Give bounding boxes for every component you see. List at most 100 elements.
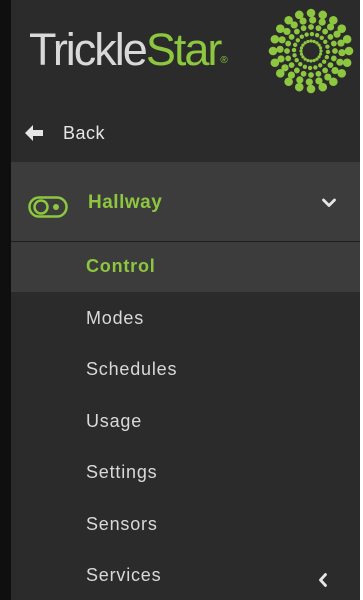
sunburst-dot [329, 15, 338, 25]
sunburst-dot [288, 62, 295, 69]
sunburst-dot [332, 48, 338, 54]
sunburst-dot [299, 34, 304, 39]
chevron-left-icon[interactable] [318, 573, 328, 587]
sunburst-dot [312, 58, 316, 63]
sunburst-dot [296, 76, 304, 84]
brand-name-part2: Star [145, 24, 223, 75]
sunburst-dot [342, 58, 352, 68]
sunburst-dot [268, 46, 278, 56]
menu-item-services[interactable]: Services [11, 551, 360, 600]
sunburst-dot [330, 55, 337, 62]
sunburst-dot [293, 28, 300, 35]
sunburst-dot [318, 46, 323, 50]
sunburst-dot [309, 31, 315, 37]
brand-wordmark: TrickleStar® [29, 27, 228, 72]
sunburst-dot [327, 62, 334, 69]
sunburst-dot [319, 49, 323, 53]
sunburst-dot [308, 24, 314, 30]
sunburst-dot [322, 67, 329, 74]
menu-item-label: Settings [86, 462, 158, 482]
menu-item-sensors[interactable]: Sensors [11, 500, 360, 550]
device-selector[interactable]: Hallway [11, 162, 360, 242]
sunburst-dot [276, 45, 284, 53]
sunburst-dot [303, 41, 307, 45]
sunburst-dot [275, 24, 285, 33]
sunburst-dot [323, 39, 328, 44]
sunburst-dot [300, 70, 307, 77]
brand-name-part1: Trickle [29, 24, 148, 75]
menu-item-label: Schedules [86, 359, 178, 379]
sunburst-dot [306, 84, 316, 94]
sunburst-dot [299, 46, 304, 50]
sunburst-dot [300, 25, 307, 32]
sunburst-dot [318, 82, 328, 92]
sunburst-dot [306, 8, 316, 18]
sunburst-dot [322, 28, 329, 35]
sunburst-dot [295, 38, 301, 43]
sunburst-dot [278, 36, 286, 44]
sunburst-dot [309, 16, 317, 24]
sunburst-dot [308, 72, 314, 78]
sunburst-dot [301, 55, 305, 59]
sunburst-dot [330, 40, 337, 47]
sunburst-dot [291, 47, 297, 53]
menu-item-modes[interactable]: Modes [11, 294, 360, 344]
sunburst-icon [268, 8, 354, 94]
menu-item-usage[interactable]: Usage [11, 397, 360, 447]
sunburst-dot [306, 39, 310, 44]
brand-logo[interactable]: TrickleStar® [11, 0, 360, 100]
sunburst-dot [309, 39, 313, 43]
sunburst-dot [325, 44, 330, 49]
sunburst-dot [317, 43, 321, 47]
menu-item-control[interactable]: Control [11, 242, 360, 292]
sunburst-dot [329, 77, 338, 87]
sunburst-dot [284, 15, 293, 25]
sunburst-dot [292, 53, 297, 58]
sunburst-dot [275, 69, 285, 78]
sunburst-dot [325, 49, 331, 55]
sunburst-dot [321, 59, 327, 64]
back-button[interactable]: Back [11, 104, 360, 162]
sunburst-dot [285, 40, 292, 47]
sunburst-dot [294, 82, 304, 92]
sunburst-dot [337, 69, 347, 78]
sunburst-dot [293, 67, 300, 74]
sunburst-dot [336, 58, 344, 66]
chevron-down-icon[interactable] [322, 198, 336, 208]
menu-item-label: Usage [86, 411, 143, 431]
back-label: Back [63, 123, 106, 143]
sunburst-dot [302, 64, 308, 70]
sunburst-dot [319, 35, 324, 41]
sunburst-dot [299, 49, 303, 53]
sunburst-dot [318, 18, 326, 26]
sunburst-dot [315, 57, 319, 61]
menu-item-label: Control [86, 256, 156, 276]
menu-item-label: Sensors [86, 514, 158, 534]
sunburst-dot [318, 63, 323, 68]
sunburst-dot [315, 70, 322, 77]
sunburst-dot [327, 33, 334, 40]
sunburst-dot [294, 10, 304, 20]
sunburst-dot [337, 24, 347, 33]
app-sidebar: TrickleStar® Back Hallway Control Modes … [0, 0, 363, 600]
menu-item-label: Modes [86, 308, 145, 328]
sunburst-dot [292, 42, 298, 48]
sunburst-dot [288, 33, 295, 40]
sunburst-dot [315, 25, 322, 32]
sunburst-dot [312, 39, 316, 44]
sunburst-dot [284, 48, 290, 54]
sunburst-dot [338, 49, 346, 57]
sunburst-dot [344, 46, 354, 56]
sunburst-dot [305, 78, 313, 86]
sunburst-dot [284, 77, 293, 87]
sunburst-dot [318, 52, 323, 56]
menu-item-settings[interactable]: Settings [11, 448, 360, 498]
sunburst-dot [342, 34, 352, 44]
sunburst-dot [298, 61, 303, 67]
toggle-switch-icon [28, 196, 68, 218]
arrow-left-icon [25, 125, 43, 141]
sunburst-dot [309, 59, 313, 63]
sunburst-dot [313, 65, 318, 70]
menu-item-schedules[interactable]: Schedules [11, 345, 360, 395]
sunburst-dot [314, 32, 320, 38]
